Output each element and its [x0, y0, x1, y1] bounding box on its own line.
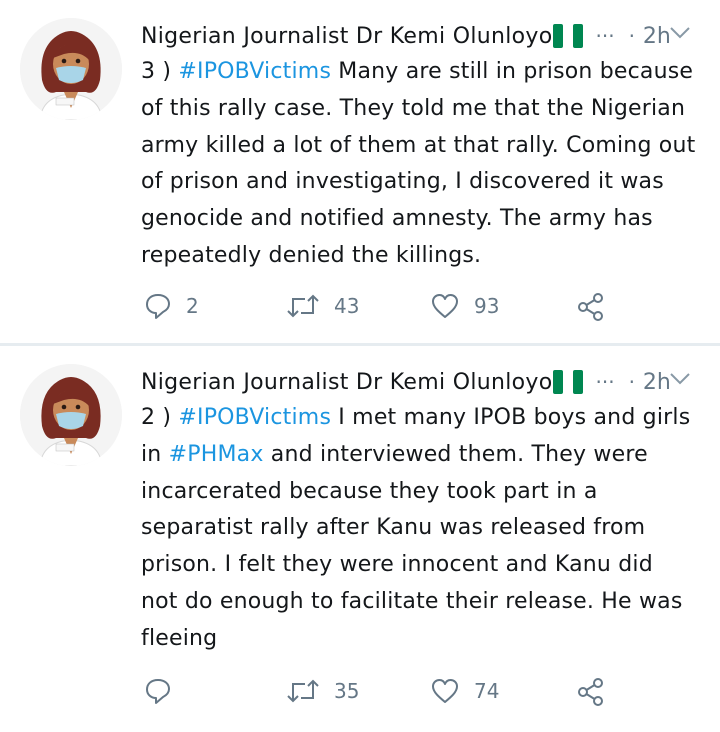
chevron-down-icon[interactable]	[669, 371, 691, 387]
share-icon	[578, 678, 603, 706]
tweet-line: not do enough to facilitate their releas…	[141, 588, 683, 614]
text-segment: I met many IPOB boys and girls	[331, 405, 691, 430]
retweet-icon	[287, 679, 319, 703]
tweet-line: 3 ) #IPOBVictims Many are still in priso…	[141, 54, 711, 91]
text-segment: in	[141, 441, 169, 467]
tweet-text: 2 ) #IPOBVictims I met many IPOB boys an…	[141, 400, 711, 658]
retweet-button[interactable]: 35	[286, 677, 359, 705]
nigeria-flag-icon	[553, 24, 584, 48]
reply-button[interactable]: 2	[144, 292, 199, 320]
retweet-count: 35	[334, 679, 360, 703]
text-segment: 2 )	[141, 405, 179, 430]
avatar[interactable]	[20, 364, 122, 466]
tweet-text: 3 ) #IPOBVictims Many are still in priso…	[141, 54, 711, 275]
share-button[interactable]	[576, 677, 606, 707]
timestamp[interactable]: 2h	[643, 370, 671, 395]
heart-icon	[432, 679, 458, 703]
share-icon	[578, 293, 603, 321]
hashtag-link[interactable]: #PHMax	[169, 442, 264, 467]
tweet-line: repeatedly denied the killings.	[141, 242, 482, 268]
reply-count: 2	[186, 294, 199, 318]
tweet-line: of prison and investigating, I discovere…	[141, 169, 664, 195]
avatar-illustration	[20, 18, 122, 120]
retweet-count: 43	[334, 294, 360, 318]
more-options-button[interactable]: ···	[595, 24, 614, 48]
tweet-line: in #PHMax and interviewed them. They wer…	[141, 437, 711, 474]
share-button[interactable]	[576, 292, 606, 322]
tweet-header: Nigerian Journalist Dr Kemi Olunloyo ···…	[141, 18, 701, 54]
separator-dot: ·	[628, 370, 635, 394]
author-name[interactable]: Nigerian Journalist Dr Kemi Olunloyo	[141, 370, 552, 395]
nigeria-flag-icon	[553, 370, 584, 394]
retweet-button[interactable]: 43	[286, 292, 359, 320]
tweet-line: army killed a lot of them at that rally.…	[141, 132, 696, 158]
tweet[interactable]: Nigerian Journalist Dr Kemi Olunloyo ···…	[0, 346, 720, 732]
chevron-down-icon[interactable]	[669, 25, 691, 41]
reply-icon	[146, 679, 170, 704]
reply-button[interactable]	[144, 677, 186, 705]
more-options-button[interactable]: ···	[595, 370, 614, 394]
text-segment: 3 )	[141, 59, 179, 84]
text-segment: and interviewed them. They were	[263, 441, 648, 467]
like-button[interactable]: 93	[430, 292, 499, 320]
hashtag-link[interactable]: #IPOBVictims	[178, 59, 331, 84]
separator-dot: ·	[628, 24, 635, 48]
tweet-line: separatist rally after Kanu was released…	[141, 515, 646, 541]
tweet-line: fleeing	[141, 625, 218, 651]
reply-icon	[146, 294, 170, 319]
text-segment: Many are still in prison because	[331, 59, 694, 84]
like-count: 74	[474, 679, 500, 703]
hashtag-link[interactable]: #IPOBVictims	[178, 405, 331, 430]
avatar-illustration	[20, 364, 122, 466]
tweet-line: prison. I felt they were innocent and Ka…	[141, 552, 653, 578]
author-name[interactable]: Nigerian Journalist Dr Kemi Olunloyo	[141, 24, 552, 49]
tweet-line: 2 ) #IPOBVictims I met many IPOB boys an…	[141, 400, 711, 437]
tweet-line: of this rally case. They told me that th…	[141, 95, 686, 121]
avatar[interactable]	[20, 18, 122, 120]
tweet[interactable]: Nigerian Journalist Dr Kemi Olunloyo ···…	[0, 0, 720, 344]
timestamp[interactable]: 2h	[643, 24, 671, 49]
like-button[interactable]: 74	[430, 677, 499, 705]
tweet-header: Nigerian Journalist Dr Kemi Olunloyo ···…	[141, 364, 701, 400]
tweet-actions: 2 43 93	[144, 292, 644, 322]
like-count: 93	[474, 294, 500, 318]
tweet-line: genocide and notified amnesty. The army …	[141, 206, 653, 232]
heart-icon	[432, 294, 458, 318]
tweet-line: incarcerated because they took part in a	[141, 478, 598, 504]
retweet-icon	[287, 294, 319, 318]
tweet-actions: 35 74	[144, 677, 644, 707]
